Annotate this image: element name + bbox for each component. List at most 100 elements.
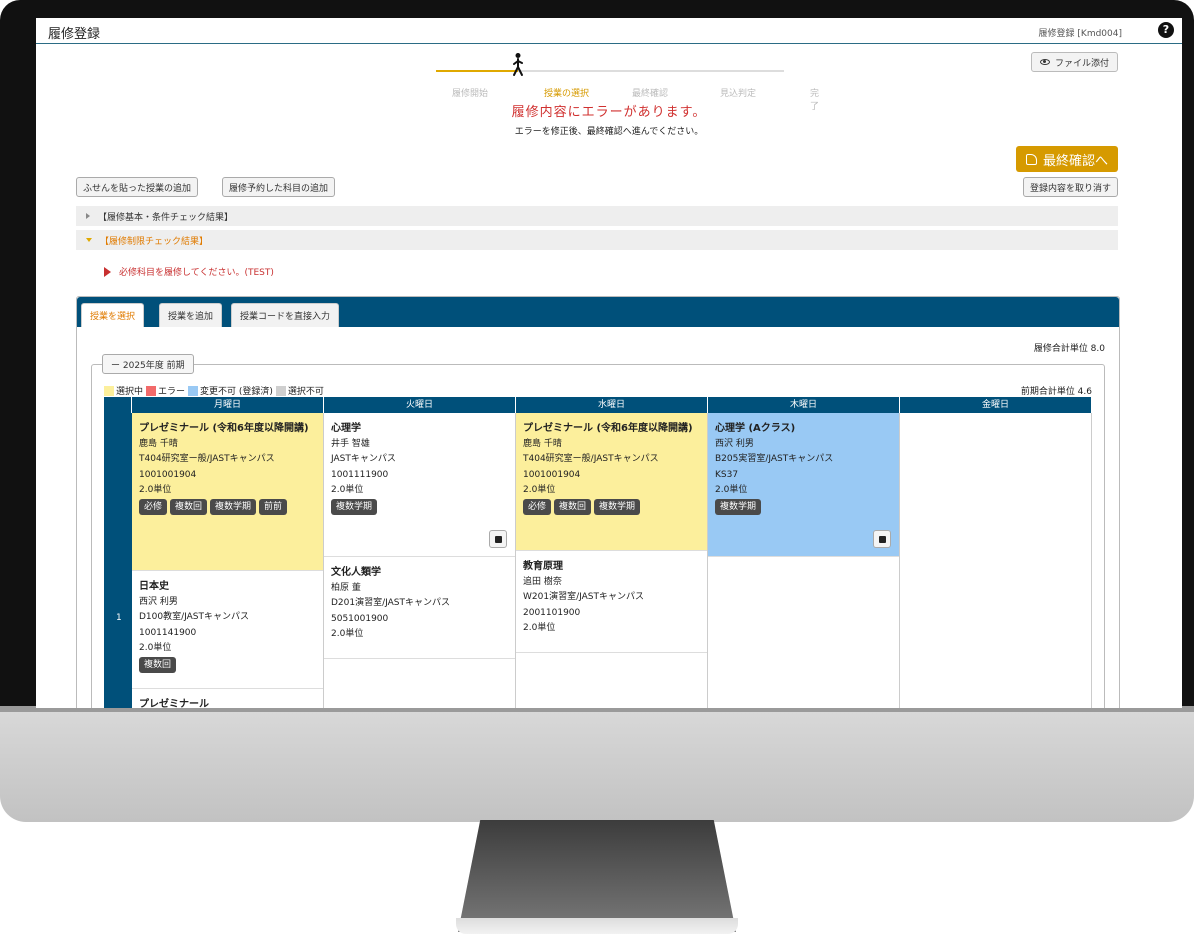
class-tag: 必修: [523, 499, 552, 516]
tab-bar: 授業を選択 授業を追加 授業コードを直接入力: [77, 297, 1119, 327]
legend-label-unavailable: 選択不可: [287, 387, 324, 397]
class-units: 2.0単位: [139, 642, 172, 653]
class-card[interactable]: 日本史 西沢 利男 D100教室/JASTキャンパス 1001141900 2.…: [132, 571, 323, 689]
step-start: 履修開始: [452, 89, 489, 99]
accordion-limit-check[interactable]: 【履修制限チェック結果】: [76, 230, 1118, 250]
hand-point-icon: [1025, 153, 1037, 165]
step-forecast: 見込判定: [720, 89, 757, 99]
class-room: T404研究室ー般/JASTキャンパス: [139, 454, 275, 465]
class-title: 文化人類学: [331, 567, 381, 578]
term-toggle-button[interactable]: ー 2025年度 前期: [102, 354, 194, 374]
class-units: 2.0単位: [523, 484, 556, 495]
step-progress-remaining: [518, 70, 784, 72]
accordion-basic-check[interactable]: 【履修基本・条件チェック結果】: [76, 206, 1118, 226]
accordion-basic-check-label: 【履修基本・条件チェック結果】: [98, 212, 234, 223]
step-select-class: 授業の選択: [544, 89, 590, 99]
class-title: 教育原理: [523, 561, 563, 572]
class-tag: 複数回: [139, 657, 177, 674]
total-units: 履修合計単位 8.0: [1033, 344, 1105, 354]
class-teacher: 西沢 利男: [139, 597, 178, 607]
eye-icon: [1039, 59, 1050, 65]
class-units: 2.0単位: [331, 628, 364, 639]
class-code: 1001001904: [523, 469, 581, 480]
monitor-chin: [0, 706, 1194, 822]
class-tags: 複数回: [139, 657, 316, 674]
final-confirm-label: 最終確認へ: [1042, 153, 1108, 169]
class-code: KS37: [715, 469, 739, 480]
day-column-tue: 心理学 井手 智雄 JASTキャンパス 1001111900 2.0単位 複数学…: [324, 413, 516, 708]
class-card[interactable]: 心理学 井手 智雄 JASTキャンパス 1001111900 2.0単位 複数学…: [324, 413, 515, 557]
legend-swatch-locked: [188, 385, 199, 396]
day-header-tue: 火曜日: [324, 397, 516, 413]
class-tags: 複数学期: [715, 499, 892, 516]
class-teacher: 鹿島 千晴: [139, 439, 178, 449]
class-title: 心理学: [331, 423, 361, 434]
class-card[interactable]: 心理学 (Aクラス) 西沢 利男 B205実習室/JASTキャンパス KS37 …: [708, 413, 899, 557]
monitor-stand-base: [456, 918, 738, 934]
class-code: 2001101900: [523, 607, 581, 618]
class-units: 2.0単位: [331, 484, 364, 495]
walker-icon: [513, 53, 523, 76]
screen-code: 履修登録 [Kmd004]: [1038, 29, 1122, 39]
triangle-right-icon: [104, 266, 111, 277]
class-tag: 複数学期: [331, 499, 378, 516]
legend-label-error: エラー: [158, 387, 186, 397]
class-title: 日本史: [139, 581, 169, 592]
period-column: 1: [104, 413, 132, 708]
check-message: 必修科目を履修してください。(TEST): [104, 265, 274, 278]
class-teacher: 井手 智雄: [331, 439, 370, 449]
final-confirm-button[interactable]: 最終確認へ: [1015, 146, 1118, 172]
add-sticky-class-button[interactable]: ふせんを貼った授業の追加: [76, 177, 199, 197]
class-tags: 複数学期: [331, 499, 508, 516]
title-bar: 履修登録 履修登録 [Kmd004] ?: [36, 18, 1182, 44]
class-code: 1001111900: [331, 469, 389, 480]
add-reserved-subject-button[interactable]: 履修予約した科目の追加: [222, 177, 336, 197]
class-card[interactable]: プレゼミナール: [132, 689, 323, 708]
progress-stepper: 履修開始 授業の選択 最終確認 見込判定 完了: [436, 48, 819, 112]
day-column-thu: 心理学 (Aクラス) 西沢 利男 B205実習室/JASTキャンパス KS37 …: [708, 413, 900, 708]
class-room: B205実習室/JASTキャンパス: [715, 454, 834, 465]
tab-add-class[interactable]: 授業を追加: [159, 303, 223, 327]
class-title: プレゼミナール (令和6年度以降開講): [139, 423, 309, 434]
class-card[interactable]: 文化人類学 柏原 董 D201演習室/JASTキャンパス 5051001900 …: [324, 557, 515, 659]
class-card[interactable]: プレゼミナール (令和6年度以降開講) 鹿島 千晴 T404研究室ー般/JAST…: [516, 413, 707, 551]
check-message-text: 必修科目を履修してください。(TEST): [119, 268, 274, 278]
syllabus-button[interactable]: [873, 530, 891, 548]
cancel-registration-button[interactable]: 登録内容を取り消す: [1022, 177, 1118, 197]
class-teacher: 鹿島 千晴: [523, 439, 562, 449]
class-tag: 必修: [139, 499, 168, 516]
class-room: W201演習室/JASTキャンパス: [523, 592, 644, 603]
help-icon[interactable]: ?: [1158, 22, 1174, 38]
legend-swatch-unavailable: [275, 385, 286, 396]
class-room: D201演習室/JASTキャンパス: [331, 598, 451, 609]
class-title: プレゼミナール: [139, 699, 209, 708]
class-tag: 複数回: [170, 499, 208, 516]
page-title: 履修登録: [48, 27, 101, 42]
tab-select-class[interactable]: 授業を選択: [81, 303, 145, 327]
screen: 履修登録 履修登録 [Kmd004] ? 履修開始 授業の選択 最終確認 見込判…: [36, 18, 1182, 708]
tab-direct-code-input[interactable]: 授業コードを直接入力: [231, 303, 340, 327]
file-attach-label: ファイル添付: [1054, 58, 1109, 69]
syllabus-button[interactable]: [489, 530, 507, 548]
monitor-mockup: 履修登録 履修登録 [Kmd004] ? 履修開始 授業の選択 最終確認 見込判…: [0, 0, 1194, 940]
timetable-grid: 月曜日 火曜日 水曜日 木曜日 金曜日 1 プレゼミナール (令和6年度以降開講…: [104, 397, 1092, 708]
class-card[interactable]: 教育原理 追田 樹奈 W201演習室/JASTキャンパス 2001101900 …: [516, 551, 707, 653]
class-tag: 複数学期: [210, 499, 257, 516]
class-card[interactable]: プレゼミナール (令和6年度以降開講) 鹿島 千晴 T404研究室ー般/JAST…: [132, 413, 323, 571]
class-teacher: 西沢 利男: [715, 439, 754, 449]
class-units: 2.0単位: [139, 484, 172, 495]
class-tags: 必修 複数回 複数学期 前前: [139, 499, 316, 516]
period-units: 前期合計単位 4.6: [1020, 387, 1092, 397]
day-header-mon: 月曜日: [132, 397, 324, 413]
step-progress-done: [436, 70, 518, 72]
file-attach-button[interactable]: ファイル添付: [1030, 52, 1118, 72]
class-title: 心理学 (Aクラス): [715, 423, 796, 434]
class-code: 1001001904: [139, 469, 197, 480]
class-tag: 前前: [259, 499, 288, 516]
period-number: 1: [116, 613, 122, 623]
class-tag: 複数学期: [715, 499, 762, 516]
chevron-down-icon: [86, 238, 92, 242]
error-subtitle: エラーを修正後、最終確認へ進んでください。: [514, 127, 704, 137]
monitor-stand: [458, 820, 736, 932]
class-room: T404研究室ー般/JASTキャンパス: [523, 454, 659, 465]
